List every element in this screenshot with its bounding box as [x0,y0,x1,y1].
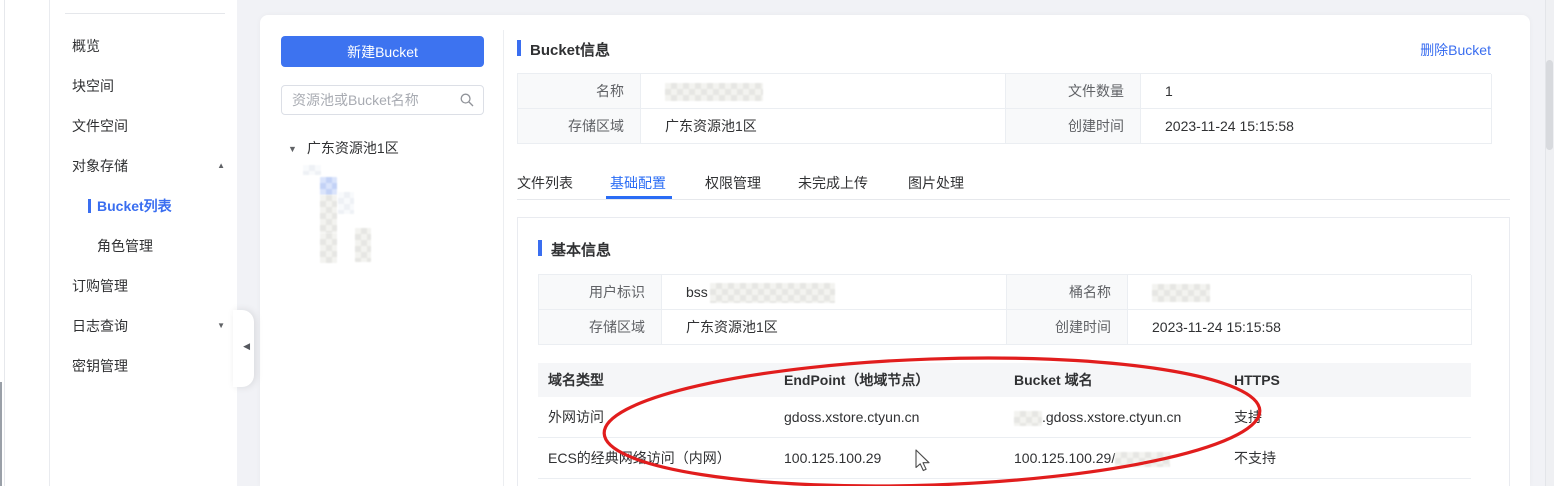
tree-node-label: 广东资源池1区 [306,140,399,156]
tab-permission-management[interactable]: 权限管理 [705,168,761,199]
column-header-https: HTTPS [1234,372,1280,388]
panel-divider [503,30,504,486]
sidebar-item-order-management[interactable]: 订购管理 [50,266,237,306]
blurred-value [665,83,763,102]
domain-table-row-ecs-internal: ECS的经典网络访问（内网） 100.125.100.29 100.125.10… [538,438,1471,479]
endpoint-value: gdoss.xstore.ctyun.cn [784,409,920,425]
bucket-search-input[interactable] [292,86,452,114]
sidebar-item-label: Bucket列表 [97,198,172,214]
sidebar-item-role-management[interactable]: 角色管理 [50,226,237,266]
sidebar-item-object-storage[interactable]: 对象存储 ▲ [50,146,237,186]
vertical-scrollbar-thumb[interactable] [1546,60,1553,150]
section-accent-bar [517,40,521,56]
blurred-value [709,283,835,304]
sidebar-item-label: 块空间 [72,78,114,94]
field-value-bucket-name [1128,275,1472,310]
blurred-bucket-name [355,228,371,262]
main-content-card: 新建Bucket ▼ 广东资源池1区 Bucket信息 删除Bucket 名称 [260,15,1530,486]
sidebar-item-label: 订购管理 [72,278,128,294]
sidebar-collapse-handle[interactable]: ◀ [233,310,254,387]
field-value-user-id: bss [662,275,1007,310]
tab-incomplete-uploads[interactable]: 未完成上传 [798,168,868,199]
field-label: 名称 [518,74,641,109]
blurred-value [1152,284,1210,303]
blurred-bucket-name [303,165,321,175]
field-label: 文件数量 [1006,74,1141,109]
sidebar-item-log-query[interactable]: 日志查询 ▼ [50,306,237,346]
active-indicator-bar [88,199,91,213]
user-id-prefix: bss [686,284,708,300]
sidebar-item-label: 日志查询 [72,318,128,334]
sidebar-item-label: 密钥管理 [72,358,128,374]
sidebar-item-label: 概览 [72,38,100,54]
sidebar-divider [65,13,225,14]
column-header-endpoint: EndPoint（地域节点） [784,372,930,388]
bucket-info-table: 名称 文件数量 1 存储区域 广东资源池1区 创建时间 2023-11-24 1… [517,73,1492,144]
sidebar-item-label: 对象存储 [72,158,128,174]
bucket-domain-value: .gdoss.xstore.ctyun.cn [1014,397,1181,437]
field-value-region: 广东资源池1区 [641,109,1006,144]
field-label: 存储区域 [518,109,641,144]
search-icon [460,93,474,107]
field-value-created: 2023-11-24 15:15:58 [1141,109,1492,144]
section-title: 基本信息 [551,242,612,259]
domain-type: ECS的经典网络访问（内网） [548,450,731,466]
field-value-file-count: 1 [1141,74,1492,109]
sidebar-item-label: 文件空间 [72,118,128,134]
sidebar-item-block-space[interactable]: 块空间 [50,66,237,106]
blurred-value [1115,451,1171,467]
tabs-bottom-border [517,199,1510,200]
chevron-down-icon: ▼ [217,321,225,330]
blurred-value [1014,410,1042,426]
left-rail [0,0,50,486]
blurred-bucket-name [320,195,337,233]
field-label: 创建时间 [1006,109,1141,144]
collapse-left-icon: ◀ [243,341,250,351]
tree-node-resource-pool[interactable]: ▼ 广东资源池1区 [288,138,399,158]
blurred-bucket-name-selected[interactable] [320,177,337,195]
column-header-domain-type: 域名类型 [548,372,604,388]
delete-bucket-link[interactable]: 删除Bucket [1420,40,1491,60]
domain-table-header: 域名类型 EndPoint（地域节点） Bucket 域名 HTTPS [538,363,1471,397]
section-accent-bar [538,240,542,256]
new-bucket-button[interactable]: 新建Bucket [281,36,484,67]
column-header-bucket-domain: Bucket 域名 [1014,372,1093,388]
field-label: 桶名称 [1007,275,1128,310]
https-support: 支持 [1234,409,1262,425]
basic-info-box: 基本信息 用户标识 bss 桶名称 存储区域 广东资源池1区 创建时间 2023… [517,217,1510,486]
field-label: 创建时间 [1007,310,1128,345]
blurred-bucket-name [338,192,354,214]
https-support: 不支持 [1234,450,1276,466]
chevron-up-icon: ▲ [217,161,225,170]
tab-file-list[interactable]: 文件列表 [517,168,573,199]
sidebar-item-file-space[interactable]: 文件空间 [50,106,237,146]
section-title: Bucket信息 [530,42,611,59]
field-label: 用户标识 [539,275,662,310]
sidebar-item-bucket-list[interactable]: Bucket列表 [50,186,237,226]
rail-divider [4,0,5,486]
sidebar-item-overview[interactable]: 概览 [50,26,237,66]
console-app: 概览 块空间 文件空间 对象存储 ▲ Bucket列表 角色管理 订购管理 日志… [0,0,1554,486]
field-value-region: 广东资源池1区 [662,310,1007,345]
field-value-created: 2023-11-24 15:15:58 [1128,310,1472,345]
field-value-name [641,74,1006,109]
sidebar-nav: 概览 块空间 文件空间 对象存储 ▲ Bucket列表 角色管理 订购管理 日志… [50,0,254,486]
bucket-domain-prefix: 100.125.100.29/ [1014,450,1116,466]
domain-type: 外网访问 [548,409,604,425]
bucket-domain-suffix: .gdoss.xstore.ctyun.cn [1042,409,1182,425]
sidebar-item-label: 角色管理 [97,238,153,254]
field-label: 存储区域 [539,310,662,345]
bucket-search-box [281,85,484,115]
tree-expand-icon: ▼ [288,144,297,154]
bucket-domain-value: 100.125.100.29/ [1014,438,1171,478]
tab-basic-config[interactable]: 基础配置 [610,168,666,199]
basic-info-table: 用户标识 bss 桶名称 存储区域 广东资源池1区 创建时间 2023-11-2… [538,274,1472,345]
endpoint-value: 100.125.100.29 [784,450,882,466]
sidebar-item-key-management[interactable]: 密钥管理 [50,346,237,386]
domain-table-row-public: 外网访问 gdoss.xstore.ctyun.cn .gdoss.xstore… [538,397,1471,438]
window-edge [0,382,2,486]
blurred-bucket-name [320,233,337,263]
tab-image-processing[interactable]: 图片处理 [908,168,964,199]
